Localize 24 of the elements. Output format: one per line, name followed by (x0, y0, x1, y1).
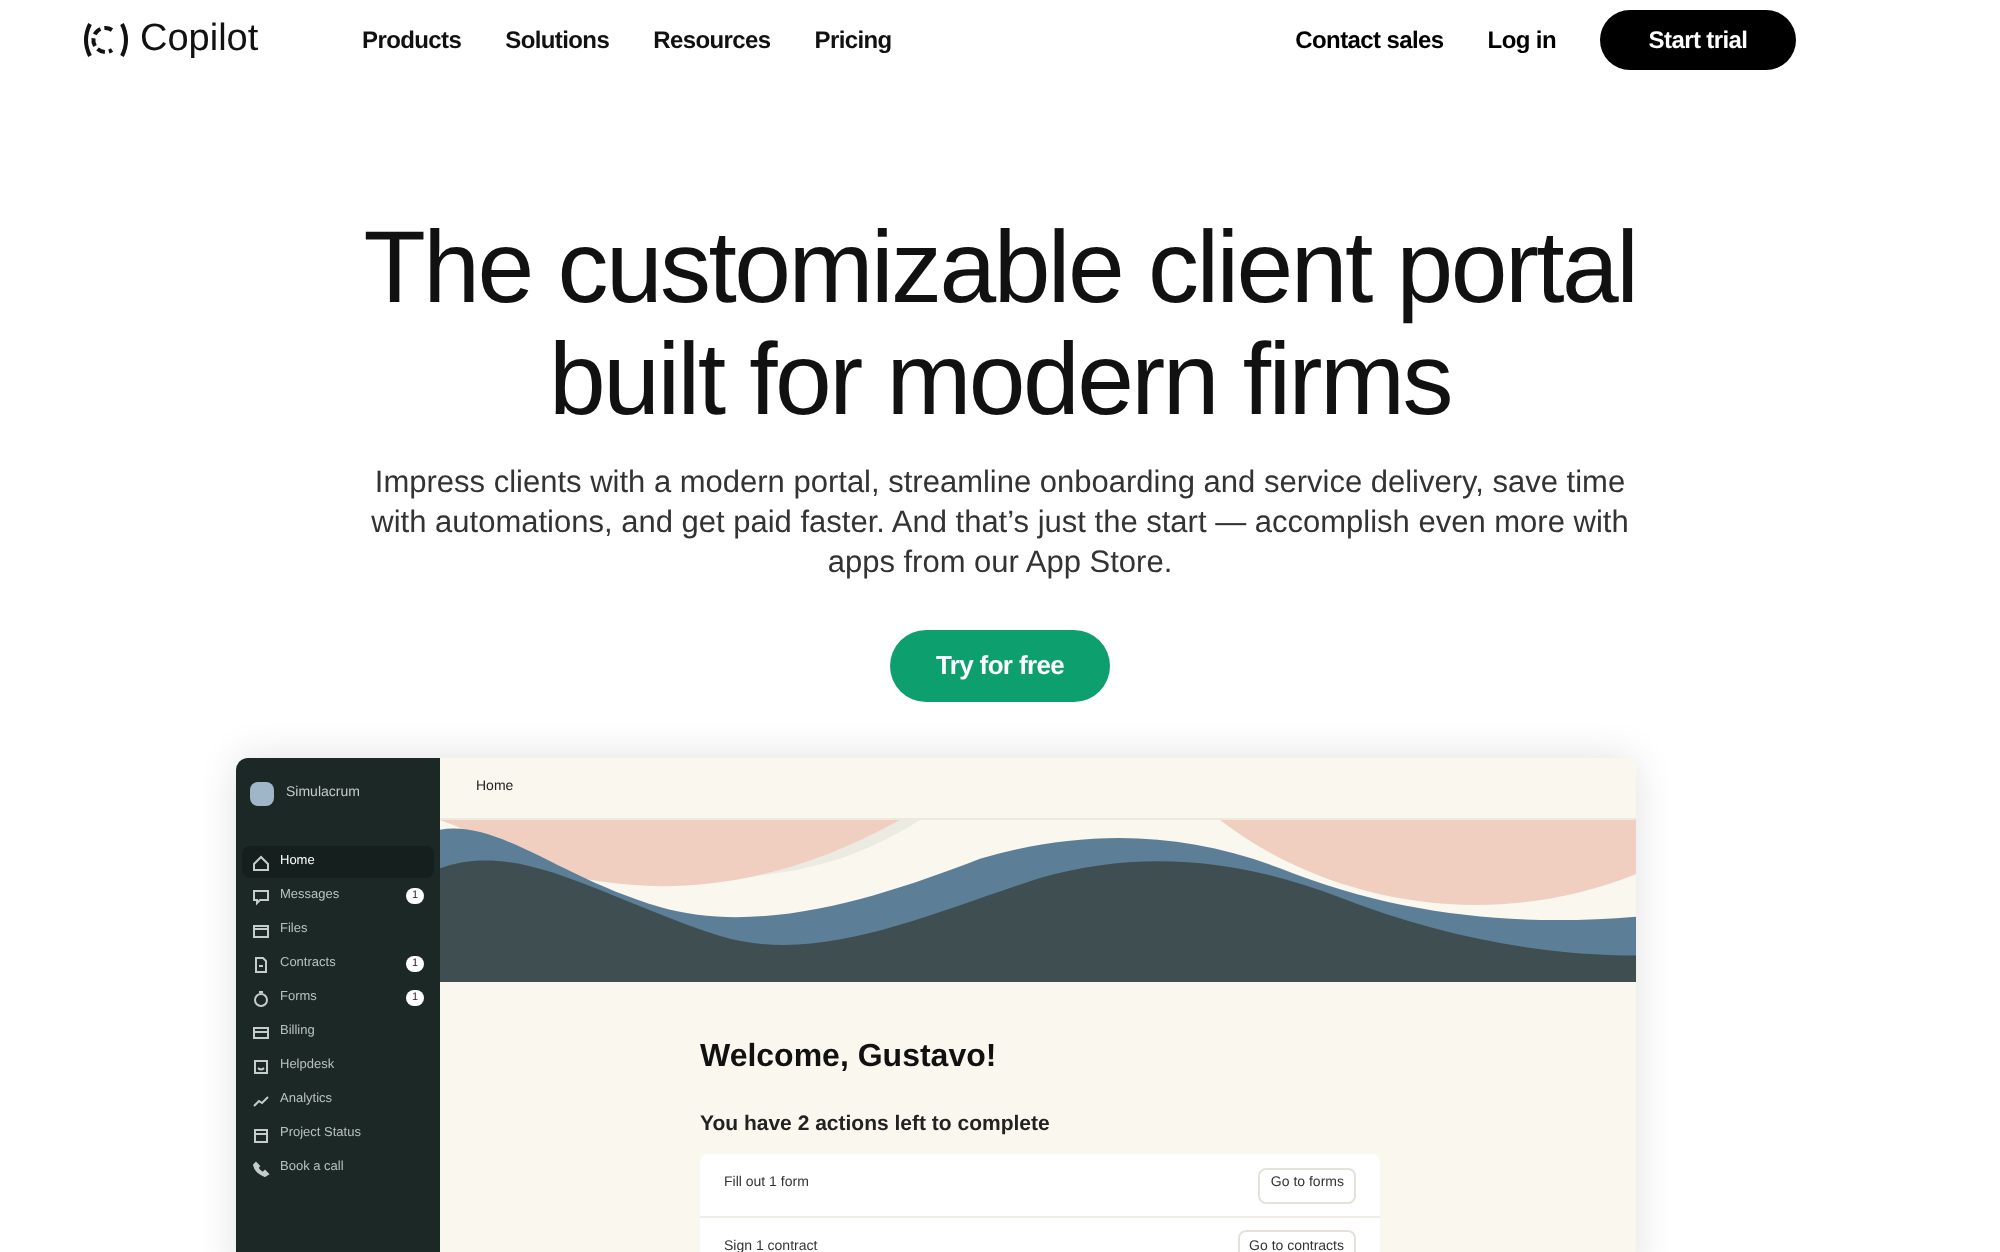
workspace-avatar (250, 782, 274, 806)
billing-icon (252, 1023, 270, 1041)
home-icon (252, 853, 270, 871)
status-icon (252, 1125, 270, 1143)
logo-text[interactable]: Copilot (140, 11, 259, 69)
contact-sales-link[interactable]: Contact sales (1295, 22, 1444, 58)
forms-icon (252, 989, 270, 1007)
messages-icon (252, 887, 270, 905)
nav-link[interactable]: Pricing (814, 22, 892, 58)
hero-title: The customizable client portal built for modern firms (361, 212, 1639, 436)
nav-link[interactable]: Solutions (505, 22, 610, 58)
analytics-icon (252, 1091, 270, 1109)
log-in-link[interactable]: Log in (1487, 22, 1556, 58)
start-trial-button[interactable]: Start trial (1600, 10, 1796, 70)
call-icon (252, 1159, 270, 1177)
nav-link[interactable]: Resources (653, 22, 771, 58)
files-icon (252, 921, 270, 939)
logo-icon (80, 20, 132, 60)
actions-heading: You have 2 actions left to complete (700, 1110, 1052, 1141)
nav-link[interactable]: Products (362, 22, 462, 58)
hero-subtitle: Impress clients with a modern portal, streamline onboarding and service delivery, save time with automations, and get paid faster. And that’s just the start — accomplish even more with apps from our App Store. (369, 464, 1631, 584)
contracts-icon (252, 955, 270, 973)
welcome-heading: Welcome, Gustavo! (700, 1038, 999, 1079)
helpdesk-icon (252, 1057, 270, 1075)
